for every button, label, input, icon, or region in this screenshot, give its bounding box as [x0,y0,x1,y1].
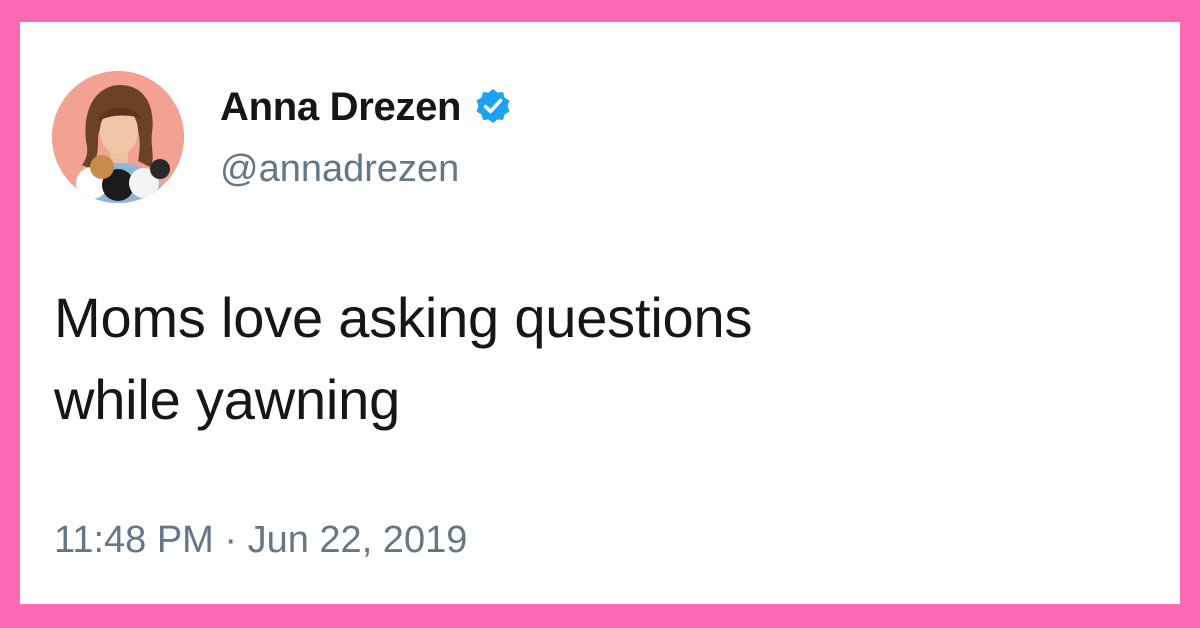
avatar[interactable] [52,71,184,203]
tweet-text-line: Moms love asking questions [54,286,753,349]
tweet-text: Moms love asking questions while yawning [54,277,1134,441]
user-handle[interactable]: @annadrezen [220,148,459,191]
avatar-image [52,71,184,203]
display-name[interactable]: Anna Drezen [220,85,462,130]
tweet-text-line: while yawning [54,368,401,431]
author-name-row[interactable]: Anna Drezen [220,80,513,134]
verified-badge-icon [473,87,513,127]
tweet-timestamp[interactable]: 11:48 PM · Jun 22, 2019 [54,519,467,562]
tweet-card: Anna Drezen @annadrezen Moms love asking… [20,22,1180,604]
